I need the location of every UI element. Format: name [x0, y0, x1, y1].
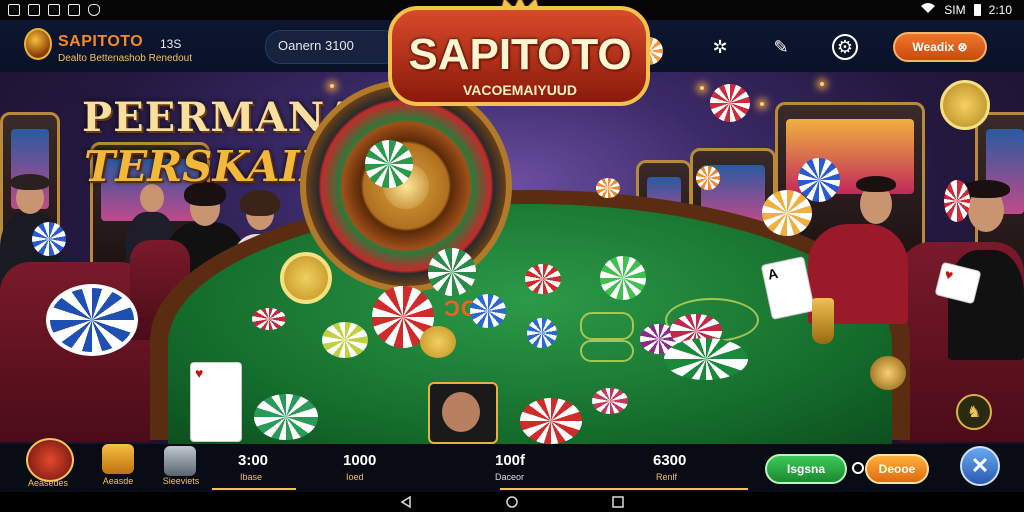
side-action-icon[interactable]: ♞ — [956, 394, 992, 430]
stat-value: 3:00 — [238, 452, 269, 469]
app-icon — [68, 4, 80, 16]
poker-chip — [520, 398, 582, 444]
recents-icon[interactable] — [612, 496, 624, 508]
stat-value: 1000 — [343, 452, 377, 469]
green-action-button[interactable]: Isgsna — [765, 454, 847, 484]
nav-item-3[interactable]: Sieeviets — [156, 444, 206, 492]
orange-action-button[interactable]: Deooe — [865, 454, 929, 484]
poker-chip — [428, 248, 476, 296]
balance-text: Oanern 3100 — [278, 38, 354, 53]
nav-item-label: Aeasedes — [27, 478, 69, 488]
close-x-icon[interactable]: ✕ — [960, 446, 1000, 486]
poker-chip — [252, 308, 286, 330]
nav-item-label: Sieeviets — [162, 476, 200, 486]
promo-icon[interactable]: ✎ — [768, 34, 794, 60]
brand-suffix: 13S — [160, 37, 182, 51]
brand-name: SAPITOTO — [58, 33, 144, 50]
progress-line — [500, 488, 748, 490]
home-icon[interactable] — [506, 496, 518, 508]
poker-chip — [944, 180, 970, 222]
active-indicator — [212, 488, 296, 490]
poker-chip — [32, 222, 66, 256]
gift-icon[interactable]: ✲ — [707, 34, 733, 60]
poker-chip — [280, 252, 332, 304]
poker-chip — [710, 84, 750, 122]
menu-button[interactable]: Weadix ⊗ — [893, 32, 987, 62]
back-icon[interactable] — [400, 496, 412, 508]
notification-icon — [48, 4, 60, 16]
poker-chip — [798, 158, 840, 202]
poker-chip — [322, 322, 368, 358]
poker-chip — [600, 256, 646, 300]
poker-chip — [525, 264, 561, 294]
center-title: SAPITOTO — [408, 30, 632, 79]
stat-label: Daceor — [495, 472, 525, 482]
mascot-icon — [164, 446, 196, 476]
signal-text: SIM — [944, 2, 966, 17]
goblet — [870, 356, 906, 390]
bet-area[interactable] — [580, 312, 634, 340]
nav-item-2[interactable]: Aeasde — [96, 444, 140, 492]
sim-icon — [8, 4, 20, 16]
trophy-icon — [26, 438, 74, 482]
poker-chip — [46, 284, 138, 356]
poker-chip — [592, 388, 628, 414]
wifi-icon — [920, 2, 936, 17]
stat-label: Renlf — [656, 472, 678, 482]
gift-box-icon — [102, 444, 134, 474]
shield-icon — [88, 4, 100, 16]
clock: 2:10 — [988, 2, 1012, 17]
poker-chip — [470, 294, 506, 328]
poker-chip — [254, 394, 318, 440]
goblet — [812, 298, 834, 344]
playing-card: ♥ — [190, 362, 242, 442]
settings-icon[interactable]: ⚙ — [832, 34, 858, 60]
poker-chip — [365, 140, 413, 188]
stat-value: 6300 — [653, 452, 687, 469]
poker-chip — [664, 338, 748, 380]
stat-value: 100f — [495, 452, 526, 469]
stat-label: Ibase — [240, 472, 263, 482]
battery-icon — [973, 3, 981, 16]
bet-area[interactable] — [580, 340, 634, 362]
nav-item-label: Aeasde — [102, 476, 134, 486]
center-subtitle: VACOEMAIYUUD — [462, 82, 578, 98]
menu-button-label: Weadix — [912, 40, 955, 54]
logo-icon[interactable] — [24, 28, 52, 60]
poker-chip — [596, 178, 620, 198]
poker-chip — [420, 326, 456, 358]
poker-chip — [696, 166, 720, 190]
brand-subtitle: Dealto Bettenashob Renedout — [58, 53, 192, 64]
poker-chip — [940, 80, 990, 130]
photo-icon — [28, 4, 40, 16]
swap-icon — [852, 462, 864, 474]
nav-item-1[interactable]: Aeasedes — [20, 438, 76, 492]
poker-chip — [762, 190, 812, 236]
poker-chip — [527, 318, 557, 348]
stat-label: Ioed — [346, 472, 364, 482]
